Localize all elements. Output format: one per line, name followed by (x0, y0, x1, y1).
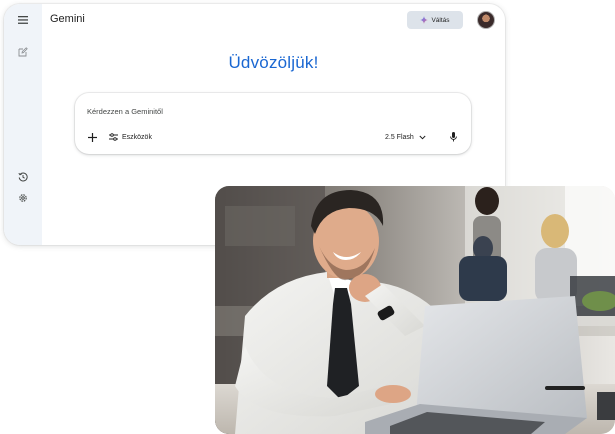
microphone-button[interactable] (446, 130, 460, 144)
plus-icon (87, 132, 97, 142)
settings-button[interactable] (13, 188, 33, 208)
tune-icon (109, 133, 118, 141)
upgrade-button[interactable]: Váltás (407, 11, 463, 29)
microphone-icon (449, 132, 457, 142)
model-label: 2.5 Flash (385, 133, 414, 141)
menu-button[interactable] (13, 10, 33, 30)
menu-icon (18, 16, 28, 24)
upgrade-label: Váltás (431, 16, 450, 24)
tools-button[interactable]: Eszközök (109, 130, 152, 144)
sidebar (4, 4, 42, 245)
settings-icon (19, 194, 27, 202)
model-selector[interactable]: 2.5 Flash (385, 130, 426, 144)
chevron-down-icon (419, 135, 426, 139)
history-button[interactable] (13, 167, 33, 187)
man-with-laptop-image (215, 186, 615, 434)
prompt-input[interactable] (87, 105, 387, 117)
add-button[interactable] (85, 130, 99, 144)
tools-label: Eszközök (122, 133, 152, 141)
avatar[interactable] (477, 11, 495, 29)
prompt-box: Eszközök 2.5 Flash (75, 93, 471, 154)
sparkle-icon (420, 16, 429, 24)
welcome-heading: Üdvözöljük! (228, 53, 319, 72)
app-title: Gemini (50, 13, 85, 25)
new-chat-icon (18, 47, 28, 57)
office-photo (215, 186, 615, 434)
new-chat-button[interactable] (13, 42, 33, 62)
history-icon (18, 172, 28, 182)
